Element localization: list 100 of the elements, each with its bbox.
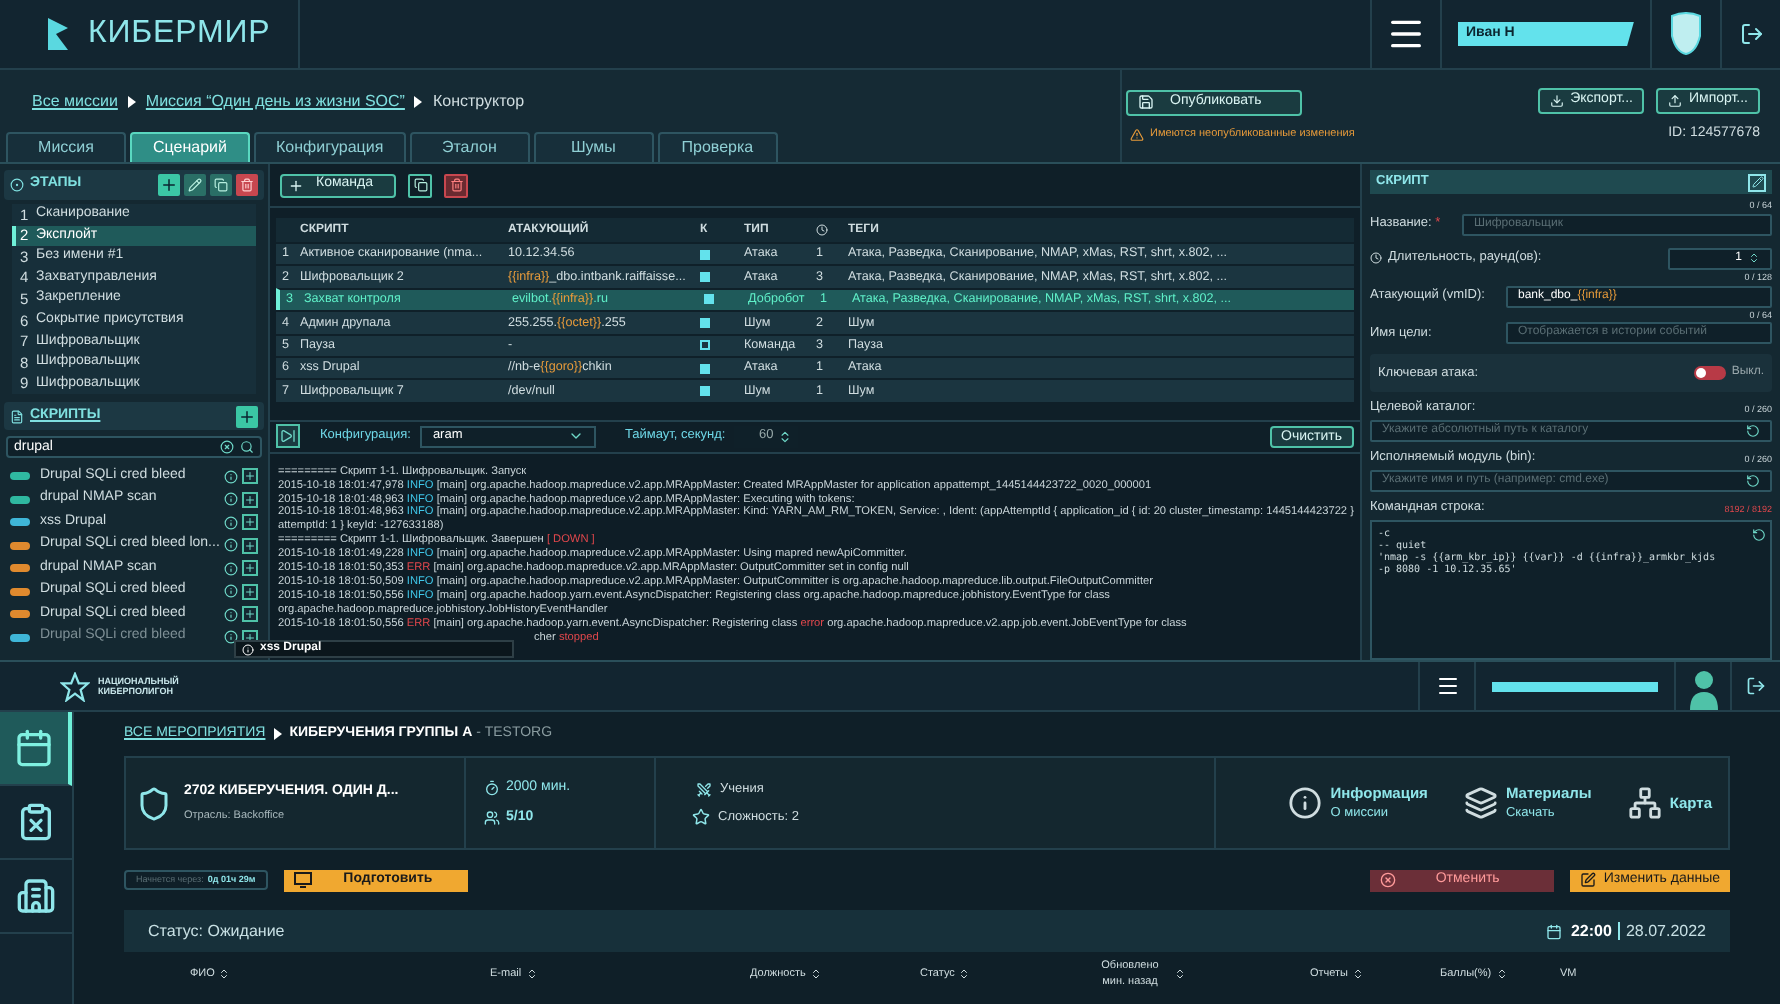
k-checkbox[interactable] bbox=[700, 249, 710, 260]
clipboard-icon bbox=[16, 802, 56, 842]
info-icon[interactable] bbox=[224, 469, 238, 484]
plus-icon bbox=[160, 176, 178, 194]
copy-button[interactable] bbox=[408, 173, 432, 197]
k-checkbox[interactable] bbox=[700, 340, 710, 351]
save-icon bbox=[1138, 94, 1154, 111]
breadcrumb-separator-icon bbox=[273, 728, 282, 740]
logout-icon bbox=[1739, 22, 1763, 46]
logout-icon bbox=[1746, 676, 1766, 696]
swords-icon bbox=[696, 781, 712, 798]
key-attack-toggle[interactable] bbox=[1693, 366, 1726, 381]
plus-icon bbox=[244, 493, 256, 506]
tab[interactable]: Эталон bbox=[409, 132, 530, 162]
emblem-icon bbox=[60, 671, 90, 701]
plus-icon bbox=[244, 585, 256, 598]
reset-icon[interactable] bbox=[1752, 527, 1766, 541]
network-icon bbox=[1627, 786, 1662, 820]
stages-icon bbox=[10, 178, 24, 192]
breadcrumb-link[interactable]: Все миссии bbox=[32, 90, 118, 114]
upload-icon bbox=[1668, 93, 1683, 108]
breadcrumb-link[interactable]: Миссия “Один день из жизни SOC” bbox=[145, 90, 405, 114]
edit-stage-button[interactable] bbox=[184, 174, 206, 196]
plus-icon bbox=[244, 516, 256, 529]
info-icon[interactable] bbox=[224, 607, 238, 622]
brand-name: КИБЕРМИР bbox=[88, 14, 271, 54]
scripts-icon bbox=[10, 409, 24, 424]
tab[interactable]: Проверка bbox=[657, 132, 778, 162]
add-script-button[interactable] bbox=[242, 583, 258, 600]
pencil-icon bbox=[1751, 176, 1763, 188]
reset-icon[interactable] bbox=[1746, 424, 1760, 438]
trash-icon bbox=[240, 178, 254, 192]
user-avatar-icon bbox=[1687, 668, 1719, 710]
add-script-button[interactable] bbox=[242, 560, 258, 577]
edit-button[interactable] bbox=[1748, 173, 1766, 191]
info-icon[interactable] bbox=[224, 630, 238, 645]
clock-icon bbox=[1370, 252, 1382, 265]
building-icon bbox=[16, 876, 56, 916]
users-icon bbox=[484, 809, 500, 826]
delete-stage-button[interactable] bbox=[236, 174, 258, 196]
add-stage-button[interactable] bbox=[158, 174, 180, 196]
tab[interactable]: Миссия bbox=[6, 132, 126, 162]
clock-icon bbox=[816, 224, 828, 236]
star-icon bbox=[692, 807, 710, 826]
info-icon[interactable] bbox=[224, 492, 238, 507]
k-checkbox[interactable] bbox=[700, 317, 710, 328]
info-icon bbox=[242, 643, 254, 655]
download-icon bbox=[1550, 93, 1565, 108]
tab[interactable]: Сценарий bbox=[130, 132, 250, 162]
k-checkbox[interactable] bbox=[704, 294, 714, 305]
info-icon[interactable] bbox=[224, 584, 238, 599]
info-icon bbox=[1288, 786, 1323, 820]
calendar-icon bbox=[14, 728, 54, 768]
cancel-icon bbox=[1379, 872, 1396, 888]
calendar-icon bbox=[1546, 923, 1563, 939]
start-date: 28.07.2022 bbox=[1625, 919, 1706, 943]
add-script-button[interactable] bbox=[242, 606, 258, 623]
info-icon[interactable] bbox=[224, 515, 238, 530]
warning-icon bbox=[1130, 127, 1144, 141]
add-script-button[interactable] bbox=[242, 468, 258, 485]
run-button[interactable] bbox=[276, 424, 300, 449]
plus-icon bbox=[238, 407, 256, 426]
edit-icon bbox=[1579, 872, 1596, 888]
add-script-button[interactable] bbox=[242, 537, 258, 554]
plus-icon bbox=[244, 562, 256, 575]
tab[interactable]: Шумы bbox=[533, 132, 654, 162]
status-text: Статус: Ожидание bbox=[148, 919, 287, 943]
copy-icon bbox=[413, 178, 427, 192]
k-checkbox[interactable] bbox=[700, 363, 710, 374]
info-icon[interactable] bbox=[224, 538, 238, 553]
breadcrumb-separator-icon bbox=[414, 96, 423, 108]
logo-icon bbox=[44, 16, 72, 52]
shield-icon bbox=[136, 785, 172, 821]
k-checkbox[interactable] bbox=[700, 272, 710, 283]
pencil-icon bbox=[188, 178, 202, 192]
reset-icon[interactable] bbox=[1746, 473, 1760, 488]
plus-icon bbox=[288, 177, 304, 193]
plus-icon bbox=[244, 539, 256, 552]
search-icon bbox=[240, 440, 254, 455]
timer-icon bbox=[484, 780, 500, 797]
tab[interactable]: Конфигурация bbox=[254, 132, 406, 162]
documents-icon bbox=[1463, 786, 1498, 820]
k-checkbox[interactable] bbox=[700, 386, 710, 397]
breadcrumb-current: Конструктор bbox=[432, 90, 525, 114]
add-script-button[interactable] bbox=[236, 405, 258, 428]
plus-icon bbox=[244, 470, 256, 483]
copy-icon bbox=[214, 178, 228, 192]
info-icon[interactable] bbox=[224, 561, 238, 576]
add-script-button[interactable] bbox=[242, 514, 258, 531]
plus-icon bbox=[244, 631, 256, 644]
menu-icon bbox=[1435, 674, 1459, 698]
add-script-button[interactable] bbox=[242, 491, 258, 508]
stepper-icon bbox=[777, 429, 792, 444]
trash-icon bbox=[449, 178, 463, 192]
clear-icon bbox=[220, 440, 234, 455]
start-time: 22:00 bbox=[1570, 919, 1612, 943]
breadcrumb-separator-icon bbox=[127, 96, 136, 108]
copy-stage-button[interactable] bbox=[210, 174, 232, 196]
delete-button[interactable] bbox=[444, 173, 468, 197]
monitor-icon bbox=[293, 872, 312, 888]
